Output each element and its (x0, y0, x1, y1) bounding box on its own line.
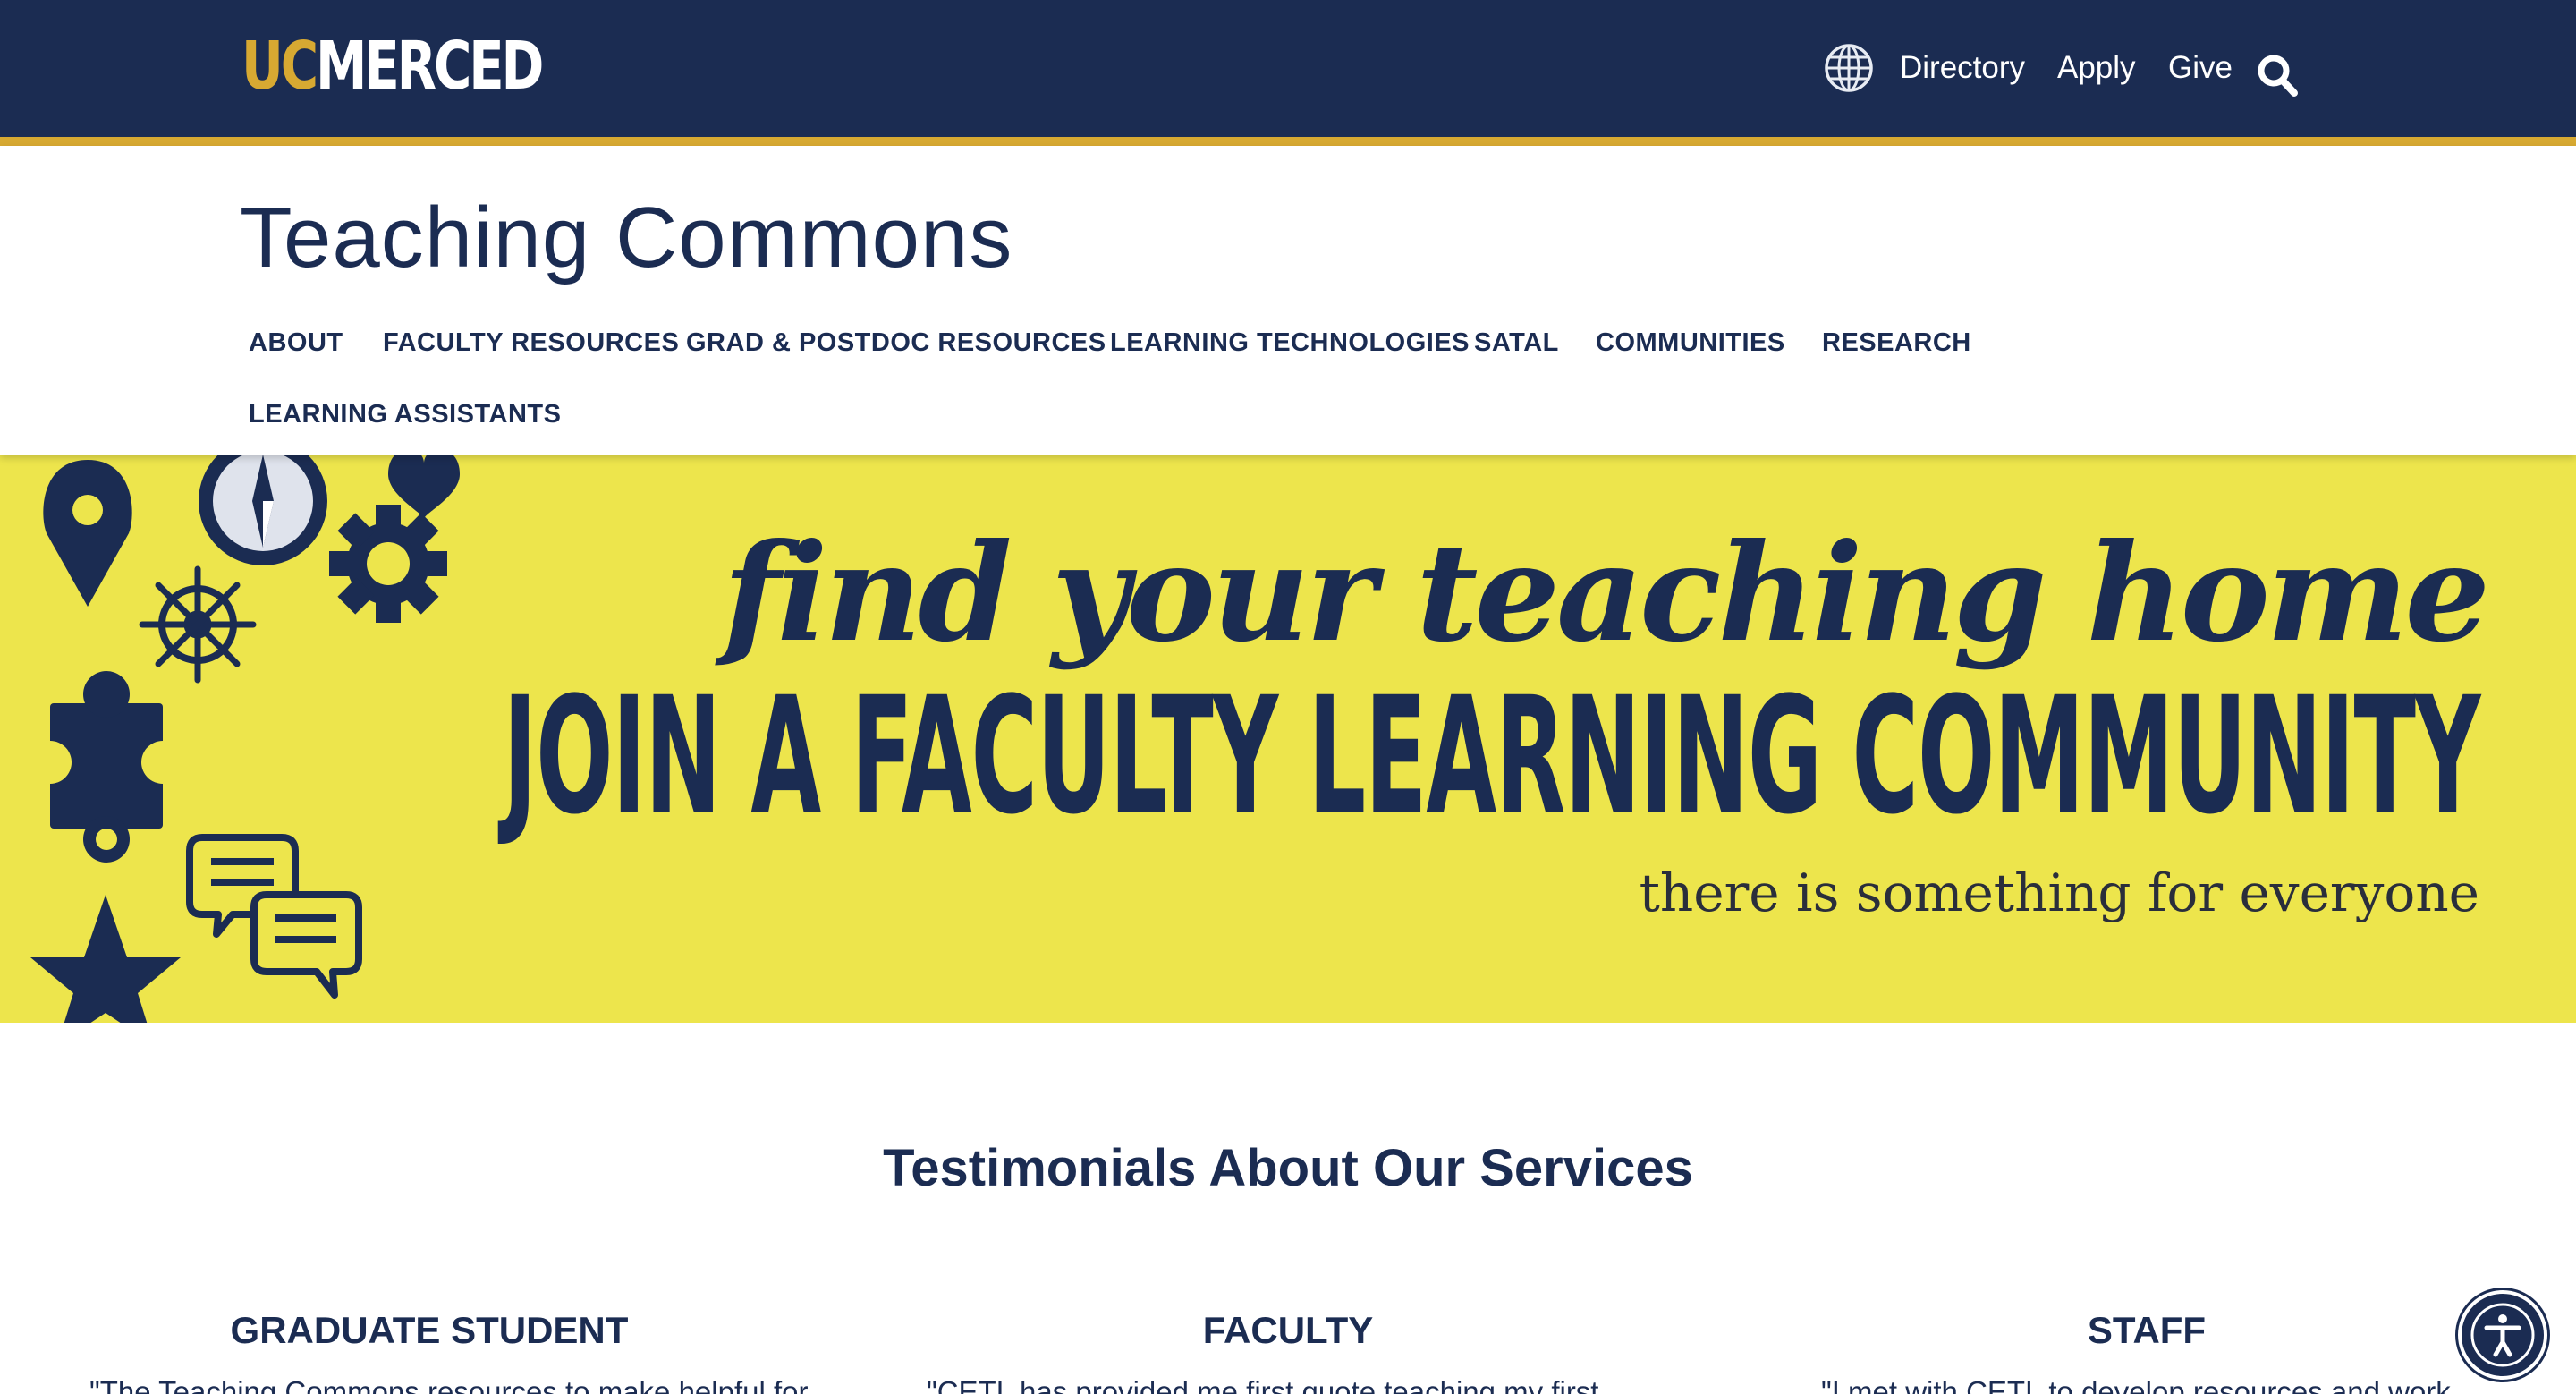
site-header: Teaching Commons ABOUT FACULTY RESOURCES… (0, 146, 2576, 455)
faculty-heading: FACULTY (1202, 1309, 1374, 1351)
faculty-quote: "CETL has provided me first quote teachi… (927, 1375, 1599, 1394)
nav-item-satal[interactable]: SATAL (1463, 316, 1570, 370)
staff-heading: STAFF (2087, 1309, 2207, 1351)
hero-script-heading: find your teaching home (723, 514, 2490, 672)
nav-item-about[interactable]: ABOUT (238, 316, 354, 370)
ship-wheel-icon (139, 565, 257, 684)
hero-main-heading: JOIN A FACULTY LEARNING COMMUNITY (503, 663, 2480, 850)
globe-icon[interactable] (1823, 42, 1875, 94)
accessibility-button[interactable] (2458, 1290, 2547, 1380)
map-pin-icon (43, 460, 132, 607)
nav-item-learning-assistants[interactable]: LEARNING ASSISTANTS (238, 387, 572, 441)
gold-accent-bar (0, 137, 2576, 146)
hero-banner[interactable]: find your teaching home JOIN A FACULTY L… (0, 455, 2576, 1023)
graduate-student-heading: GRADUATE STUDENT (230, 1309, 629, 1351)
nav-item-learning-technologies[interactable]: LEARNING TECHNOLOGIES (1099, 316, 1480, 370)
compass-icon (199, 455, 327, 565)
puzzle-piece-icon (29, 671, 184, 863)
uc-merced-logo[interactable]: UC MERCED (242, 28, 544, 105)
hero-subheading: there is something for everyone (1639, 863, 2479, 923)
nav-item-research[interactable]: RESEARCH (1811, 316, 1982, 370)
apply-link[interactable]: Apply (2057, 43, 2136, 93)
chat-bubbles-icon (186, 834, 362, 999)
gear-icon (329, 505, 447, 623)
graduate-student-quote: "The Teaching Commons resources to make … (89, 1375, 809, 1394)
accessibility-icon (2470, 1303, 2535, 1367)
give-link[interactable]: Give (2168, 43, 2233, 93)
directory-link[interactable]: Directory (1900, 43, 2025, 93)
hero-icons (29, 455, 460, 1023)
search-icon[interactable] (2256, 52, 2301, 100)
logo-uc: UC (242, 28, 318, 105)
nav-item-faculty-resources[interactable]: FACULTY RESOURCES (372, 316, 690, 370)
nav-item-communities[interactable]: COMMUNITIES (1585, 316, 1796, 370)
page: UC MERCED Directory Apply Give Teaching C… (0, 0, 2576, 1394)
nav-item-grad-postdoc-resources[interactable]: GRAD & POSTDOC RESOURCES (675, 316, 1117, 370)
staff-quote: "I met with CETL to develop resources an… (1821, 1375, 2451, 1394)
top-bar: UC MERCED Directory Apply Give (0, 0, 2576, 137)
star-icon (30, 895, 181, 1023)
logo-merced: MERCED (315, 28, 544, 105)
testimonials-title: Testimonials About Our Services (883, 1139, 1693, 1197)
site-title[interactable]: Teaching Commons (240, 189, 1013, 287)
